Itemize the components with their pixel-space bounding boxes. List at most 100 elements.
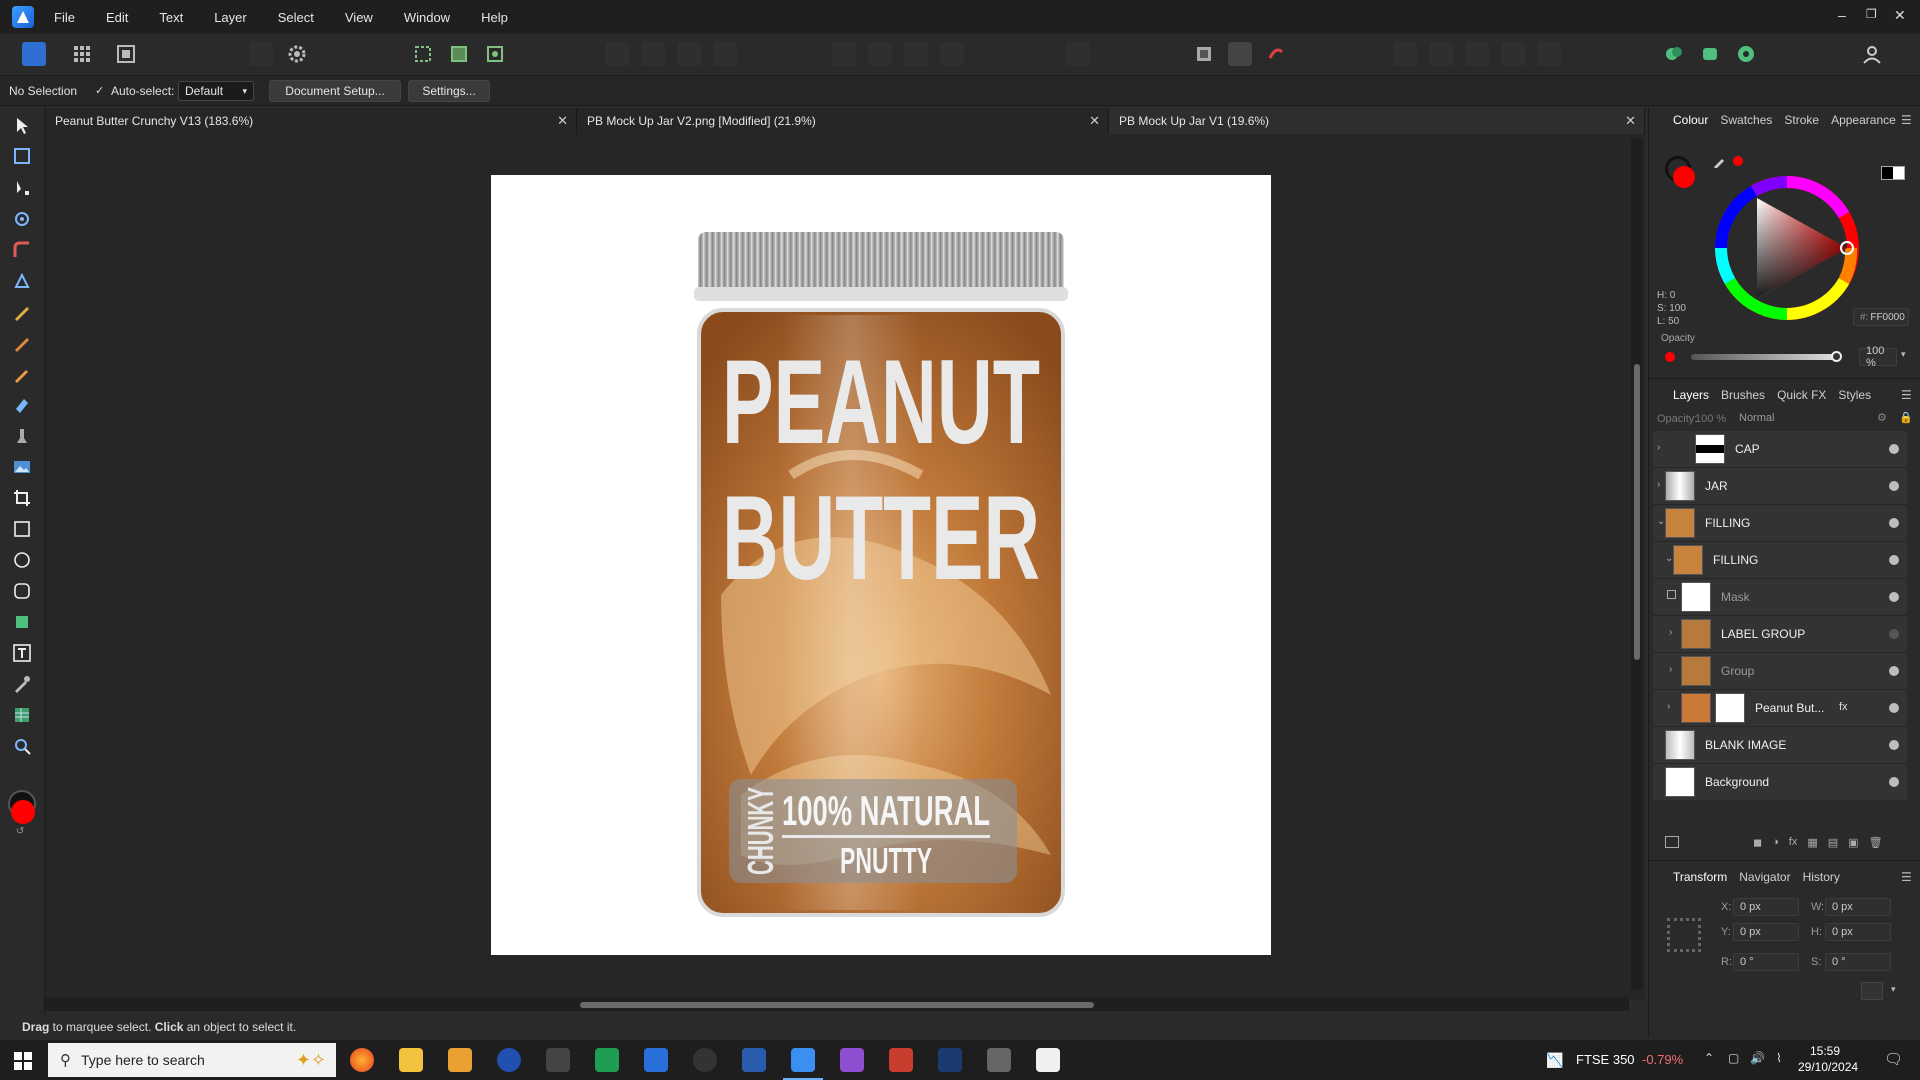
rounded-rectangle-tool-icon[interactable]	[12, 581, 32, 601]
panel-menu-icon[interactable]: ☰	[1901, 870, 1912, 884]
close-window-button[interactable]: ✕	[1894, 7, 1906, 24]
wifi-icon[interactable]: ⌇	[1776, 1051, 1782, 1065]
anchor-selector[interactable]	[1667, 918, 1701, 952]
app-icon[interactable]	[497, 1048, 521, 1072]
delete-layer-icon[interactable]: 🗑	[1869, 836, 1883, 849]
boolean-intersect-icon[interactable]	[1465, 42, 1489, 66]
tab-history[interactable]: History	[1803, 870, 1840, 884]
close-tab-icon[interactable]: ✕	[1625, 113, 1636, 129]
menu-window[interactable]: Window	[404, 10, 450, 25]
tab-styles[interactable]: Styles	[1838, 388, 1871, 402]
snap-bounds-icon[interactable]	[447, 42, 471, 66]
tab-swatches[interactable]: Swatches	[1720, 113, 1772, 127]
group-icon[interactable]: ▣	[1848, 836, 1858, 849]
windows-start-icon[interactable]	[14, 1052, 32, 1073]
fill-swatch[interactable]	[1673, 166, 1695, 188]
paint-brush-tool-icon[interactable]	[12, 364, 32, 384]
corner-tool-icon[interactable]	[12, 240, 32, 260]
layer-add-icon[interactable]	[1665, 836, 1679, 848]
transform-origin-icon[interactable]	[1861, 982, 1883, 1000]
menu-file[interactable]: File	[54, 10, 75, 25]
affinity-publisher-icon[interactable]	[889, 1048, 913, 1072]
arrange-front-icon[interactable]	[940, 42, 964, 66]
swap-colours-icon[interactable]: ↺	[16, 826, 24, 837]
live-filter-icon[interactable]: ▦	[1807, 836, 1817, 849]
text-tool-icon[interactable]	[12, 643, 32, 663]
layer-opacity-value[interactable]: 100 %	[1695, 413, 1726, 425]
meet-icon[interactable]: ▢	[1728, 1051, 1739, 1065]
affinity-designer-active-icon[interactable]	[783, 1048, 823, 1080]
ticker-name[interactable]: FTSE 350	[1576, 1052, 1635, 1067]
export-persona-icon[interactable]	[114, 42, 138, 66]
chevron-right-icon[interactable]: ›	[1657, 442, 1660, 453]
arrange-forward-icon[interactable]	[904, 42, 928, 66]
layer-row-peanut-butter[interactable]: › Peanut But... fx	[1653, 690, 1907, 727]
snap-geometry-icon[interactable]	[483, 42, 507, 66]
vector-brush-tool-icon[interactable]	[12, 333, 32, 353]
affinity-designer-icon[interactable]	[742, 1048, 766, 1072]
layer-visibility-icon[interactable]	[1889, 481, 1899, 491]
boolean-divide-icon[interactable]	[1537, 42, 1561, 66]
davinci-resolve-icon[interactable]	[693, 1048, 717, 1072]
notifications-icon[interactable]: 🗨	[1884, 1050, 1903, 1068]
account-icon[interactable]	[1860, 42, 1884, 66]
layer-visibility-icon[interactable]	[1889, 592, 1899, 602]
mask-icon[interactable]	[1192, 42, 1216, 66]
mask-checkbox[interactable]	[1667, 590, 1676, 599]
layer-row-filling[interactable]: ⌄ FILLING	[1653, 505, 1907, 542]
menu-select[interactable]: Select	[278, 10, 314, 25]
fx-icon[interactable]: fx	[1839, 701, 1848, 713]
add-pixel-layer-icon[interactable]: ▤	[1828, 836, 1838, 849]
settings-button[interactable]: Settings...	[408, 80, 490, 102]
layer-row-blank-image[interactable]: BLANK IMAGE	[1653, 727, 1907, 764]
align-center-icon[interactable]	[641, 42, 665, 66]
chevron-right-icon[interactable]: ›	[1657, 479, 1660, 490]
file-explorer-icon[interactable]	[399, 1048, 423, 1072]
y-field[interactable]: 0 px	[1733, 923, 1799, 941]
shape-tool-icon[interactable]	[12, 612, 32, 632]
tab-pb-mock-up-jar-v2[interactable]: PB Mock Up Jar V2.png [Modified] (21.9%)…	[577, 108, 1109, 134]
layer-visibility-icon[interactable]	[1889, 666, 1899, 676]
layer-row-jar[interactable]: › JAR	[1653, 468, 1907, 505]
document-setup-button[interactable]: Document Setup...	[269, 80, 401, 102]
chevron-up-icon[interactable]: ⌃	[1704, 1051, 1714, 1065]
layer-visibility-icon[interactable]	[1889, 629, 1899, 639]
minimize-button[interactable]: –	[1838, 7, 1846, 23]
contour-tool-icon[interactable]	[12, 209, 32, 229]
w-field[interactable]: 0 px	[1825, 898, 1891, 916]
tab-transform[interactable]: Transform	[1673, 870, 1727, 884]
designer-persona-icon[interactable]	[22, 42, 46, 66]
close-tab-icon[interactable]: ✕	[557, 113, 568, 129]
colour-wheel[interactable]	[1711, 172, 1863, 324]
layer-visibility-icon[interactable]	[1889, 555, 1899, 565]
affinity-photo-icon[interactable]	[840, 1048, 864, 1072]
menu-text[interactable]: Text	[159, 10, 183, 25]
layer-visibility-icon[interactable]	[1889, 444, 1899, 454]
canvas[interactable]: PEANUT BUTTER CHUNKY 100% NATURAL PNUTTY	[45, 134, 1645, 1000]
spreadsheet-icon[interactable]	[595, 1048, 619, 1072]
table-tool-icon[interactable]	[12, 705, 32, 725]
snipping-tool-icon[interactable]	[546, 1048, 570, 1072]
panel-menu-icon[interactable]: ☰	[1901, 113, 1912, 127]
auto-select-dropdown[interactable]: Default ▾	[178, 81, 254, 101]
x-field[interactable]: 0 px	[1733, 898, 1799, 916]
pen-tool-icon[interactable]	[12, 271, 32, 291]
layer-blend-mode[interactable]: Normal	[1739, 412, 1774, 424]
layer-settings-icon[interactable]: ⚙	[1877, 411, 1887, 424]
move-tool-icon[interactable]	[12, 116, 32, 136]
layer-visibility-icon[interactable]	[1889, 518, 1899, 528]
r-field[interactable]: 0 °	[1733, 953, 1799, 971]
artboard-tool-icon[interactable]	[12, 146, 32, 166]
fill-tool-icon[interactable]	[12, 395, 32, 415]
rectangle-tool-icon[interactable]	[12, 519, 32, 539]
node-tool-icon[interactable]	[12, 178, 32, 198]
layer-row-mask[interactable]: Mask	[1653, 579, 1907, 616]
transparency-tool-icon[interactable]	[12, 426, 32, 446]
opacity-slider-handle[interactable]	[1831, 351, 1842, 362]
hex-field[interactable]: #: FF0000	[1853, 308, 1909, 326]
fx-add-icon[interactable]: fx	[1789, 836, 1798, 848]
document-icon[interactable]	[644, 1048, 668, 1072]
arrange-back-icon[interactable]	[832, 42, 856, 66]
pixel-persona-icon[interactable]	[70, 42, 94, 66]
tab-brushes[interactable]: Brushes	[1721, 388, 1765, 402]
